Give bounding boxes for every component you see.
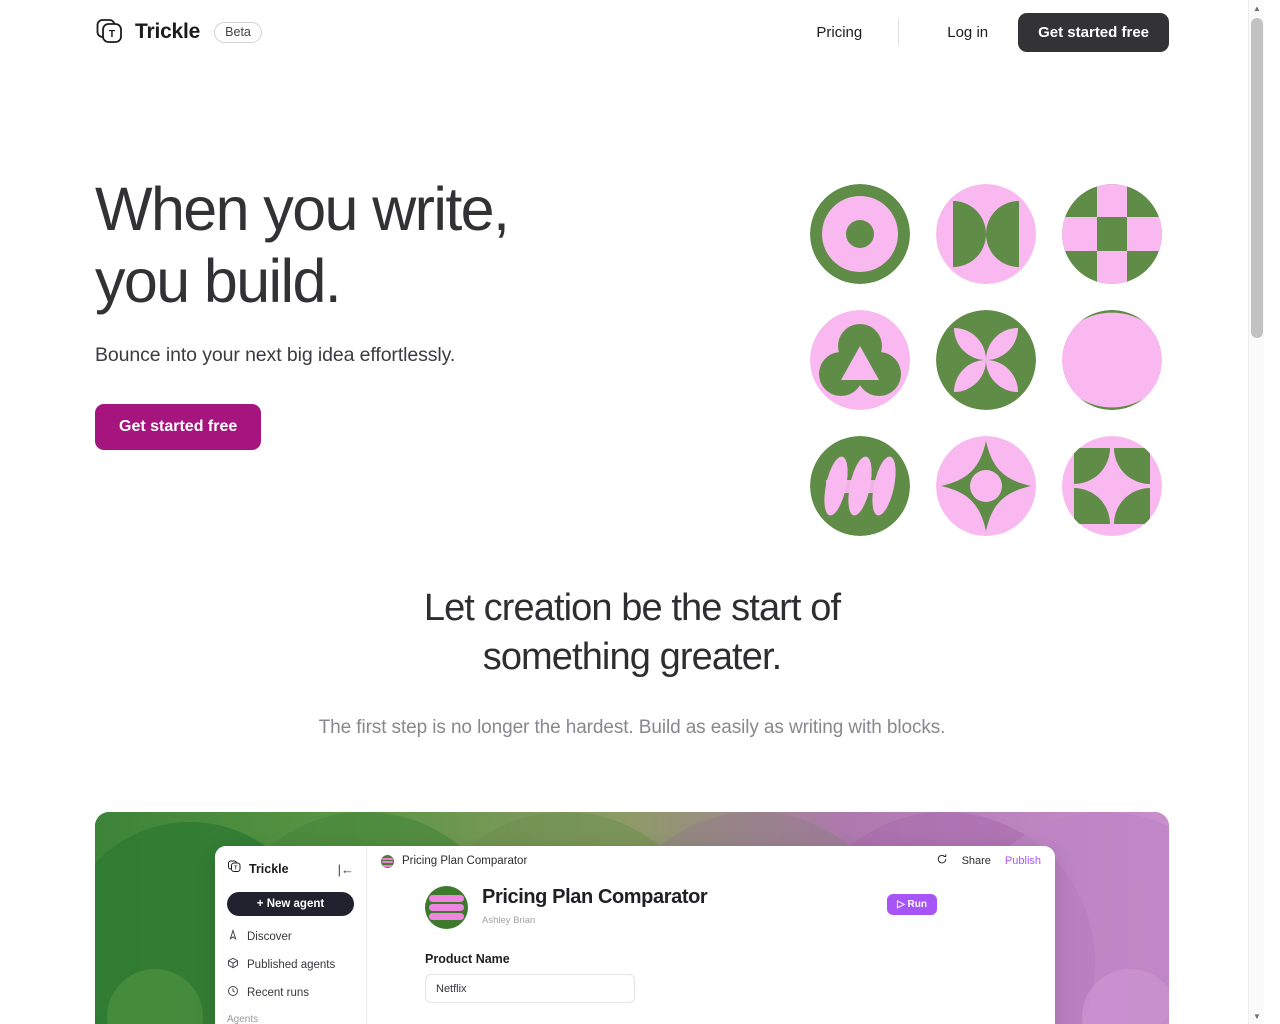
app-main: Pricing Plan Comparator Share Publish Pr… — [367, 846, 1055, 1024]
scroll-up-arrow-icon[interactable]: ▲ — [1249, 0, 1264, 16]
sidebar-item-published-agents[interactable]: Published agents — [227, 957, 354, 972]
trickle-logo-icon: T — [95, 17, 125, 47]
app-sidebar: T Trickle |← + New agent Discover Publis… — [215, 846, 367, 1024]
sidebar-item-label: Discover — [247, 930, 292, 943]
new-agent-button[interactable]: + New agent — [227, 892, 354, 916]
app-top-actions: Share Publish — [936, 852, 1041, 870]
agent-dot-icon — [381, 854, 394, 868]
sidebar-item-discover[interactable]: Discover — [227, 928, 354, 944]
scroll-down-arrow-icon[interactable]: ▼ — [1249, 1008, 1264, 1024]
sidebar-item-label: Recent runs — [247, 986, 310, 999]
landing-page: T Trickle Beta Pricing Log in Get starte… — [0, 0, 1264, 1024]
agent-avatar — [425, 886, 468, 929]
svg-text:T: T — [234, 865, 237, 871]
product-name-label: Product Name — [425, 952, 510, 966]
publish-button[interactable]: Publish — [1005, 855, 1041, 867]
clock-icon — [227, 985, 239, 1000]
agent-title: Pricing Plan Comparator — [482, 886, 708, 908]
collapse-sidebar-icon[interactable]: |← — [338, 863, 354, 876]
hero-title-line-2: you build. — [95, 246, 342, 315]
app-window: T Trickle |← + New agent Discover Publis… — [215, 846, 1055, 1024]
hero-subtitle: Bounce into your next big idea effortles… — [95, 343, 456, 366]
nav-divider — [898, 18, 900, 46]
share-button[interactable]: Share — [962, 855, 991, 867]
double-arc-shape — [936, 184, 1036, 284]
svg-text:T: T — [109, 28, 116, 40]
sidebar-item-label: Published agents — [247, 958, 336, 971]
hero-get-started-button[interactable]: Get started free — [95, 403, 262, 450]
hero-title: When you write, you build. — [95, 174, 735, 318]
hero-copy: When you write, you build. Bounce into y… — [95, 174, 735, 450]
agent-author: Ashley Brian — [482, 915, 536, 926]
product-showcase: T Trickle |← + New agent Discover Publis… — [95, 812, 1169, 1024]
sidebar-header: T Trickle |← — [227, 858, 354, 880]
lens-band-shape — [1062, 310, 1162, 410]
trickle-logo-icon: T — [227, 859, 242, 879]
section-title-line-1: Let creation be the start of — [423, 587, 841, 629]
brand-name: Trickle — [135, 20, 201, 43]
nav-get-started-button[interactable]: Get started free — [1018, 12, 1169, 52]
nav-pricing[interactable]: Pricing — [798, 24, 880, 41]
section-title: Let creation be the start of something g… — [0, 584, 1264, 683]
section-subtitle: The first step is no longer the hardest.… — [318, 716, 946, 738]
page-scrollbar[interactable]: ▲ ▼ — [1248, 0, 1264, 1024]
compass-icon — [227, 928, 239, 944]
sidebar-brand: Trickle — [249, 862, 289, 876]
site-header: T Trickle Beta Pricing Log in Get starte… — [0, 0, 1264, 64]
slanted-ellipses-shape — [810, 436, 910, 536]
sidebar-group-label: Agents — [227, 1014, 259, 1024]
beta-badge: Beta — [214, 21, 262, 43]
four-petal-flower-shape — [936, 310, 1036, 410]
agent-header: Pricing Plan Comparator Ashley Brian — [425, 886, 1055, 929]
concave-star-square-shape — [1062, 436, 1162, 536]
creation-section: Let creation be the start of something g… — [0, 584, 1264, 739]
run-button[interactable]: ▷ Run — [887, 894, 937, 915]
four-point-star-shape — [936, 436, 1036, 536]
box-icon — [227, 957, 239, 972]
bullseye-shape — [810, 184, 910, 284]
sidebar-item-recent-runs[interactable]: Recent runs — [227, 985, 354, 1000]
brand[interactable]: T Trickle Beta — [95, 17, 262, 47]
nav-login[interactable]: Log in — [917, 24, 1018, 41]
product-name-input[interactable] — [425, 974, 635, 1003]
app-topbar: Pricing Plan Comparator Share Publish — [367, 846, 1055, 876]
checkerboard-shape — [1062, 184, 1162, 284]
hero-title-line-1: When you write, — [95, 175, 510, 243]
app-body: Pricing Plan Comparator Ashley Brian ▷ R… — [367, 876, 1055, 1003]
scrollbar-thumb[interactable] — [1251, 18, 1263, 338]
trefoil-shape — [810, 310, 910, 410]
refresh-icon[interactable] — [936, 852, 948, 870]
main-nav: Pricing Log in Get started free — [798, 12, 1169, 52]
app-tab-title[interactable]: Pricing Plan Comparator — [402, 855, 527, 867]
section-title-line-2: something greater. — [482, 636, 782, 679]
decorative-shape-grid — [810, 184, 1162, 536]
hero-section: When you write, you build. Bounce into y… — [0, 64, 1264, 584]
